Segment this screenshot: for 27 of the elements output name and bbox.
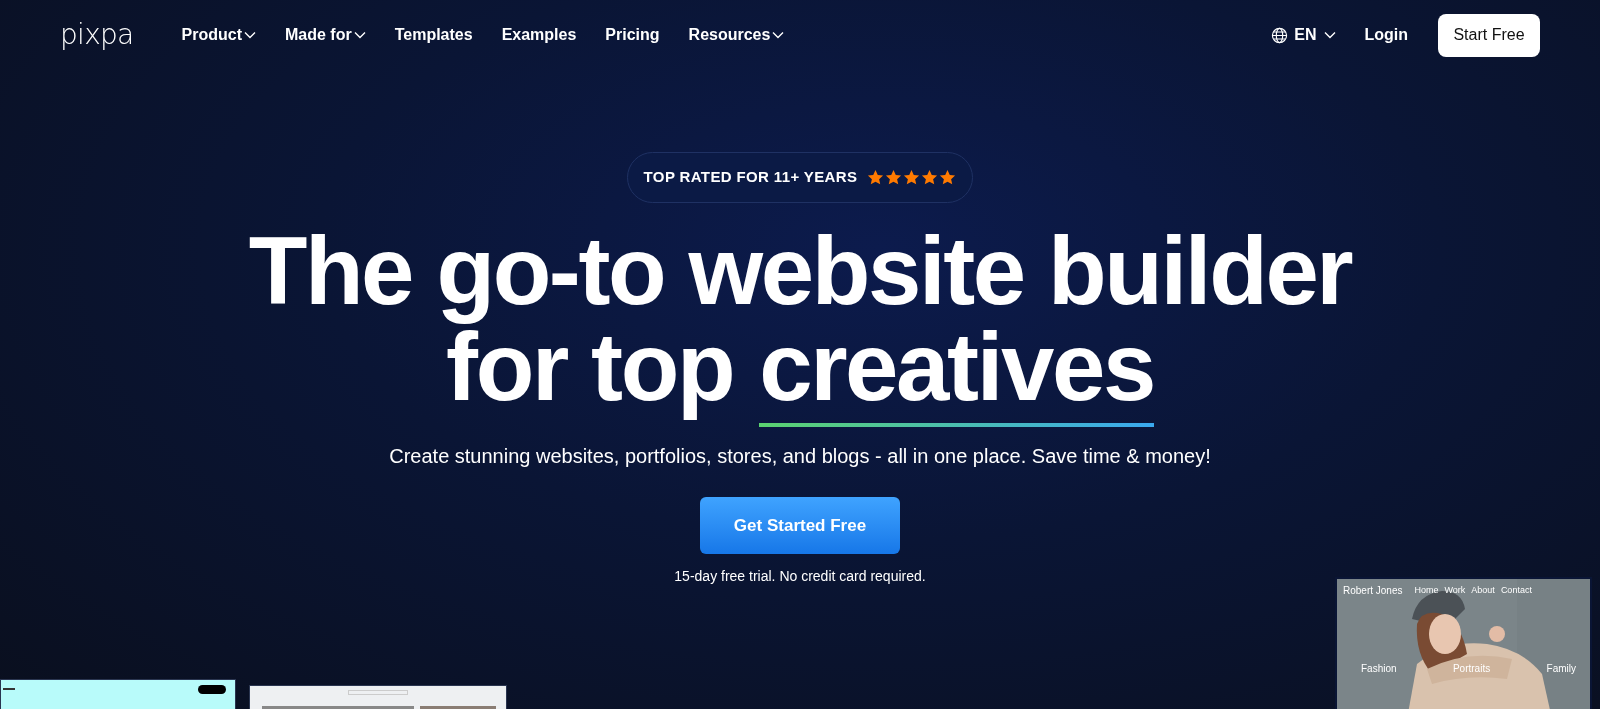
nav-link[interactable]: Pricing xyxy=(605,23,660,47)
login-link[interactable]: Login xyxy=(1364,23,1408,47)
category-label: Family xyxy=(1546,662,1576,676)
star-icon xyxy=(867,169,885,186)
chevron-down-icon xyxy=(1324,31,1337,39)
language-selector[interactable]: EN xyxy=(1271,23,1337,47)
nav-link[interactable]: Templates xyxy=(394,23,473,47)
site-name: Robert Jones xyxy=(1343,584,1403,598)
preview-pill xyxy=(198,685,226,694)
category-label: Fashion xyxy=(1361,662,1397,676)
trial-note: 15-day free trial. No credit card required. xyxy=(674,567,926,586)
highlighted-word: creatives xyxy=(759,311,1154,427)
nav-link[interactable]: Resources xyxy=(688,23,785,47)
category-label: Portraits xyxy=(1452,662,1491,676)
nav-link[interactable]: Product xyxy=(181,23,256,47)
star-icon xyxy=(921,169,939,186)
star-icon xyxy=(903,169,921,186)
star-icon xyxy=(939,169,957,186)
nav-link[interactable]: Made for xyxy=(285,23,366,47)
nav-link[interactable]: Examples xyxy=(501,23,577,47)
globe-icon xyxy=(1271,26,1289,44)
logo[interactable]: pixpa xyxy=(60,14,134,56)
rating-badge: TOP RATED FOR 11+ YEARS xyxy=(626,152,974,203)
subtitle: Create stunning websites, portfolios, stores, and blogs - all in one place. Save time & money! xyxy=(389,444,1211,469)
preview-search-bar xyxy=(348,690,408,695)
star-icon xyxy=(885,169,903,186)
start-free-button[interactable]: Start Free xyxy=(1438,13,1540,57)
